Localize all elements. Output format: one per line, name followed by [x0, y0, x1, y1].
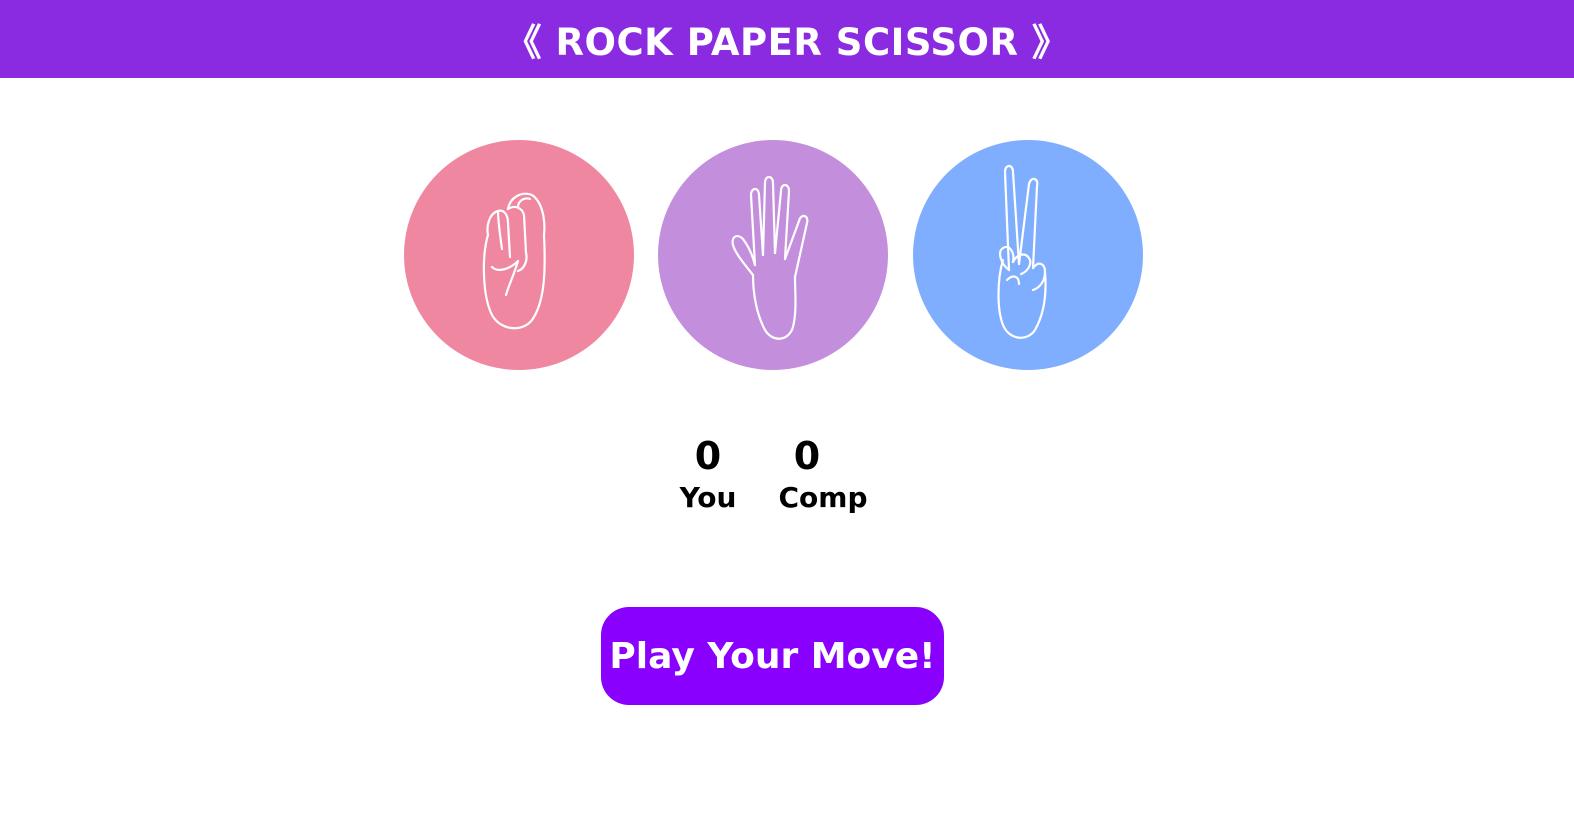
- paper-choice[interactable]: [658, 140, 888, 370]
- computer-score-label: Comp: [778, 481, 868, 514]
- user-score-label: You: [679, 481, 737, 514]
- open-hand-icon: [731, 175, 809, 340]
- choices-container: [0, 140, 1574, 370]
- peace-hand-icon: [997, 164, 1047, 339]
- computer-score: 0 Comp: [775, 430, 871, 514]
- user-score-value: 0: [694, 434, 722, 478]
- rock-choice[interactable]: [404, 140, 634, 370]
- play-move-button[interactable]: Play Your Move!: [601, 607, 944, 705]
- scissor-choice[interactable]: [913, 140, 1143, 370]
- user-score: 0 You: [672, 430, 744, 514]
- computer-score-value: 0: [793, 434, 821, 478]
- fist-icon: [482, 192, 546, 330]
- page-title: 《 ROCK PAPER SCISSOR 》: [504, 21, 1070, 64]
- header-bar: 《 ROCK PAPER SCISSOR 》: [0, 0, 1574, 78]
